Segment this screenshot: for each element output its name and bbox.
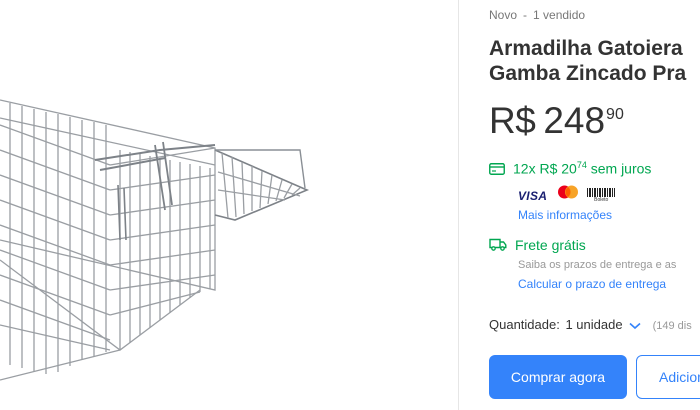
boleto-label: Boleto	[594, 197, 609, 203]
add-to-cart-button[interactable]: Adicion	[636, 355, 700, 399]
boleto-icon: Boleto	[587, 188, 616, 203]
price-cents: 90	[606, 106, 624, 123]
sold-count: 1 vendido	[533, 8, 586, 22]
price-currency: R$	[489, 100, 536, 141]
product-title-line1: Armadilha Gatoiera	[489, 37, 683, 60]
available-stock: (149 dis	[652, 320, 692, 332]
calculate-shipping-link[interactable]: Calcular o prazo de entrega	[518, 277, 666, 291]
payment-methods: VISA Boleto	[518, 184, 616, 203]
installments-suffix: sem juros	[590, 160, 652, 177]
buy-box: Novo -1 vendido Armadilha Gatoiera Gamba …	[489, 0, 700, 410]
shipping-title: Frete grátis	[515, 237, 586, 253]
installments-prefix: 12x R$ 20	[513, 160, 577, 177]
shipping: Frete grátis	[489, 237, 586, 254]
chevron-down-icon[interactable]	[629, 318, 641, 333]
product-subtitle: Novo -1 vendido	[489, 8, 585, 22]
quantity-selector[interactable]: Quantidade: 1 unidade (149 dis	[489, 317, 692, 333]
shipping-subtitle: Saiba os prazos de entrega e as	[518, 259, 677, 271]
product-title-line2: Gamba Zincado Pra	[489, 62, 687, 85]
price-integer: 248	[543, 100, 606, 141]
condition-label: Novo	[489, 8, 518, 22]
product-price: R$ 24890	[489, 100, 624, 142]
product-image	[0, 99, 310, 381]
product-title: Armadilha Gatoiera Gamba Zincado Pra	[489, 36, 700, 86]
quantity-value[interactable]: 1 unidade	[565, 317, 622, 332]
visa-logo: VISA	[518, 188, 548, 203]
truck-icon	[489, 238, 507, 254]
installments: 12x R$ 2074 sem juros	[489, 160, 651, 178]
barcode-icon	[587, 188, 616, 197]
mastercard-icon	[555, 184, 581, 207]
panel-divider	[458, 0, 459, 410]
product-gallery[interactable]	[0, 0, 458, 410]
subtitle-separator: -	[523, 8, 528, 22]
credit-card-icon	[489, 162, 505, 178]
more-info-link[interactable]: Mais informações	[518, 208, 612, 222]
buy-now-button[interactable]: Comprar agora	[489, 355, 627, 399]
quantity-label: Quantidade:	[489, 317, 560, 332]
installments-cents: 74	[576, 160, 587, 170]
